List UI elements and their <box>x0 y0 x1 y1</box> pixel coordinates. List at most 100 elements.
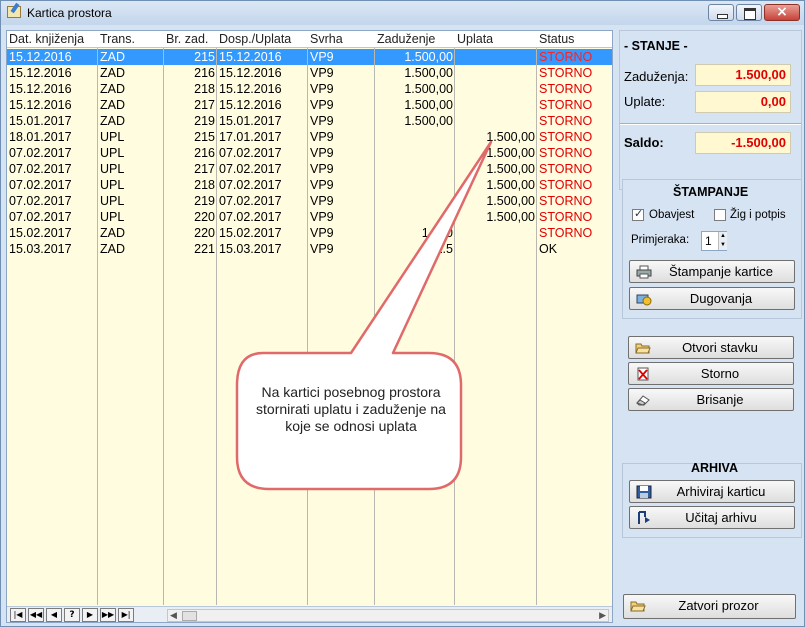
table-cell: STORNO <box>539 50 593 64</box>
table-cell: 15.12.2016 <box>9 82 72 96</box>
column-header[interactable]: Svrha <box>308 31 375 48</box>
column-header[interactable]: Br. zad. <box>164 31 217 48</box>
table-cell: 07.02.2017 <box>219 194 282 208</box>
table-cell <box>455 65 537 81</box>
help-icon[interactable]: ? <box>64 608 80 622</box>
table-cell: VP9 <box>310 130 334 144</box>
title-bar[interactable]: Kartica prostora × <box>1 1 804 25</box>
zatvori-prozor-button[interactable]: Zatvori prozor <box>623 594 796 619</box>
prev-record-icon[interactable]: ◀ <box>46 608 62 622</box>
table-cell: 1.500,00 <box>486 210 535 224</box>
table-cell: UPL <box>100 130 125 144</box>
table-cell: 1.500,00 <box>486 130 535 144</box>
table-cell: 217 <box>194 98 215 112</box>
storno-icon <box>637 367 649 381</box>
prev-page-icon[interactable]: ◀◀ <box>28 608 44 622</box>
table-cell: 15.03.2017 <box>219 242 282 256</box>
stavka-panel: Otvori stavku Storno Brisanje <box>622 331 802 411</box>
ucitaj-arhivu-label: Učitaj arhivu <box>685 510 757 525</box>
table-cell: 07.02.2017 <box>9 194 72 208</box>
save-icon <box>636 485 652 499</box>
maximize-button[interactable] <box>736 4 762 21</box>
table-cell: 15.02.2017 <box>219 226 282 240</box>
table-cell: UPL <box>100 210 125 224</box>
otvori-stavku-button[interactable]: Otvori stavku <box>628 336 794 359</box>
horizontal-scrollbar[interactable]: ◀ ▶ <box>167 609 609 622</box>
column-divider <box>536 48 537 605</box>
brisanje-button[interactable]: Brisanje <box>628 388 794 411</box>
column-header[interactable]: Trans. <box>98 31 164 48</box>
table-cell: 15.01.2017 <box>9 114 72 128</box>
table-cell: 18.01.2017 <box>9 130 72 144</box>
table-cell <box>455 113 537 129</box>
table-cell: 15.12.2016 <box>219 50 282 64</box>
column-header[interactable]: Dat. knjiženja <box>7 31 98 48</box>
zig-checkbox[interactable] <box>714 209 726 221</box>
table-cell: 15.12.2016 <box>219 66 282 80</box>
folder-close-icon <box>630 601 646 612</box>
table-cell: 15.12.2016 <box>9 98 72 112</box>
dugovanja-button[interactable]: Dugovanja <box>629 287 795 310</box>
load-archive-icon <box>638 511 650 524</box>
table-cell: ZAD <box>100 82 125 96</box>
stampanje-panel: ŠTAMPANJE Obavjest Žig i potpis Primjera… <box>622 179 802 319</box>
column-header[interactable]: Zaduženje <box>375 31 455 48</box>
first-record-icon[interactable]: |◀ <box>10 608 26 622</box>
table-cell: 15.03.2017 <box>9 242 72 256</box>
table-cell: 215 <box>194 130 215 144</box>
stanje-title: - STANJE - <box>624 39 688 53</box>
table-cell: STORNO <box>539 226 593 240</box>
arhiva-title: ARHIVA <box>691 461 738 475</box>
zatvori-prozor-label: Zatvori prozor <box>678 598 759 613</box>
minimize-button[interactable] <box>708 4 734 21</box>
table-cell: 220 <box>194 210 215 224</box>
storno-button[interactable]: Storno <box>628 362 794 385</box>
column-divider <box>307 48 308 605</box>
scrollbar-thumb[interactable] <box>182 611 197 621</box>
table-cell: UPL <box>100 178 125 192</box>
zaduzenja-value: 1.500,00 <box>695 64 791 86</box>
table-cell: 1.500,00 <box>404 82 453 96</box>
table-cell <box>455 97 537 113</box>
primjeraka-value: 1 <box>705 234 712 248</box>
table-cell <box>375 129 455 145</box>
table-cell: ZAD <box>100 242 125 256</box>
saldo-value: -1.500,00 <box>695 132 791 154</box>
stampanje-kartice-button[interactable]: Štampanje kartice <box>629 260 795 283</box>
table-cell: 221 <box>194 242 215 256</box>
next-page-icon[interactable]: ▶▶ <box>100 608 116 622</box>
spin-up-icon[interactable]: ▲ <box>718 232 727 241</box>
column-header[interactable]: Dosp./Uplata <box>217 31 308 48</box>
arhiva-panel: ARHIVA Arhiviraj karticu Učitaj arhivu <box>622 461 802 538</box>
next-record-icon[interactable]: ▶ <box>82 608 98 622</box>
table-cell: STORNO <box>539 210 593 224</box>
table-cell: STORNO <box>539 178 593 192</box>
table-cell <box>455 241 537 257</box>
column-header[interactable]: Uplata <box>455 31 537 48</box>
scroll-right-icon[interactable]: ▶ <box>599 610 606 621</box>
table-cell: 07.02.2017 <box>9 178 72 192</box>
table-cell: 07.02.2017 <box>219 210 282 224</box>
table-cell: STORNO <box>539 130 593 144</box>
obavijest-checkbox[interactable] <box>632 207 644 221</box>
last-record-icon[interactable]: ▶| <box>118 608 134 622</box>
kartica-grid[interactable]: Dat. knjiženja Trans. Br. zad. Dosp./Uplata… <box>6 30 613 623</box>
stampanje-kartice-label: Štampanje kartice <box>668 264 774 279</box>
zaduzenja-label: Zaduženja: <box>624 69 689 84</box>
table-cell: VP9 <box>310 210 334 224</box>
scroll-left-icon[interactable]: ◀ <box>170 610 177 621</box>
primjeraka-stepper[interactable]: 1 ▲ ▼ <box>701 231 727 251</box>
spin-down-icon[interactable]: ▼ <box>718 241 727 250</box>
table-cell: 215 <box>194 50 215 64</box>
column-divider <box>163 48 164 605</box>
obavijest-label: Obavjest <box>649 209 695 221</box>
arhiviraj-karticu-button[interactable]: Arhiviraj karticu <box>629 480 795 503</box>
table-cell: STORNO <box>539 162 593 176</box>
table-cell: 216 <box>194 66 215 80</box>
column-header[interactable]: Status <box>537 31 612 48</box>
printer-icon <box>636 265 652 279</box>
ucitaj-arhivu-button[interactable]: Učitaj arhivu <box>629 506 795 529</box>
table-cell: VP9 <box>310 162 334 176</box>
close-button[interactable]: × <box>764 4 800 21</box>
table-cell: VP9 <box>310 194 334 208</box>
